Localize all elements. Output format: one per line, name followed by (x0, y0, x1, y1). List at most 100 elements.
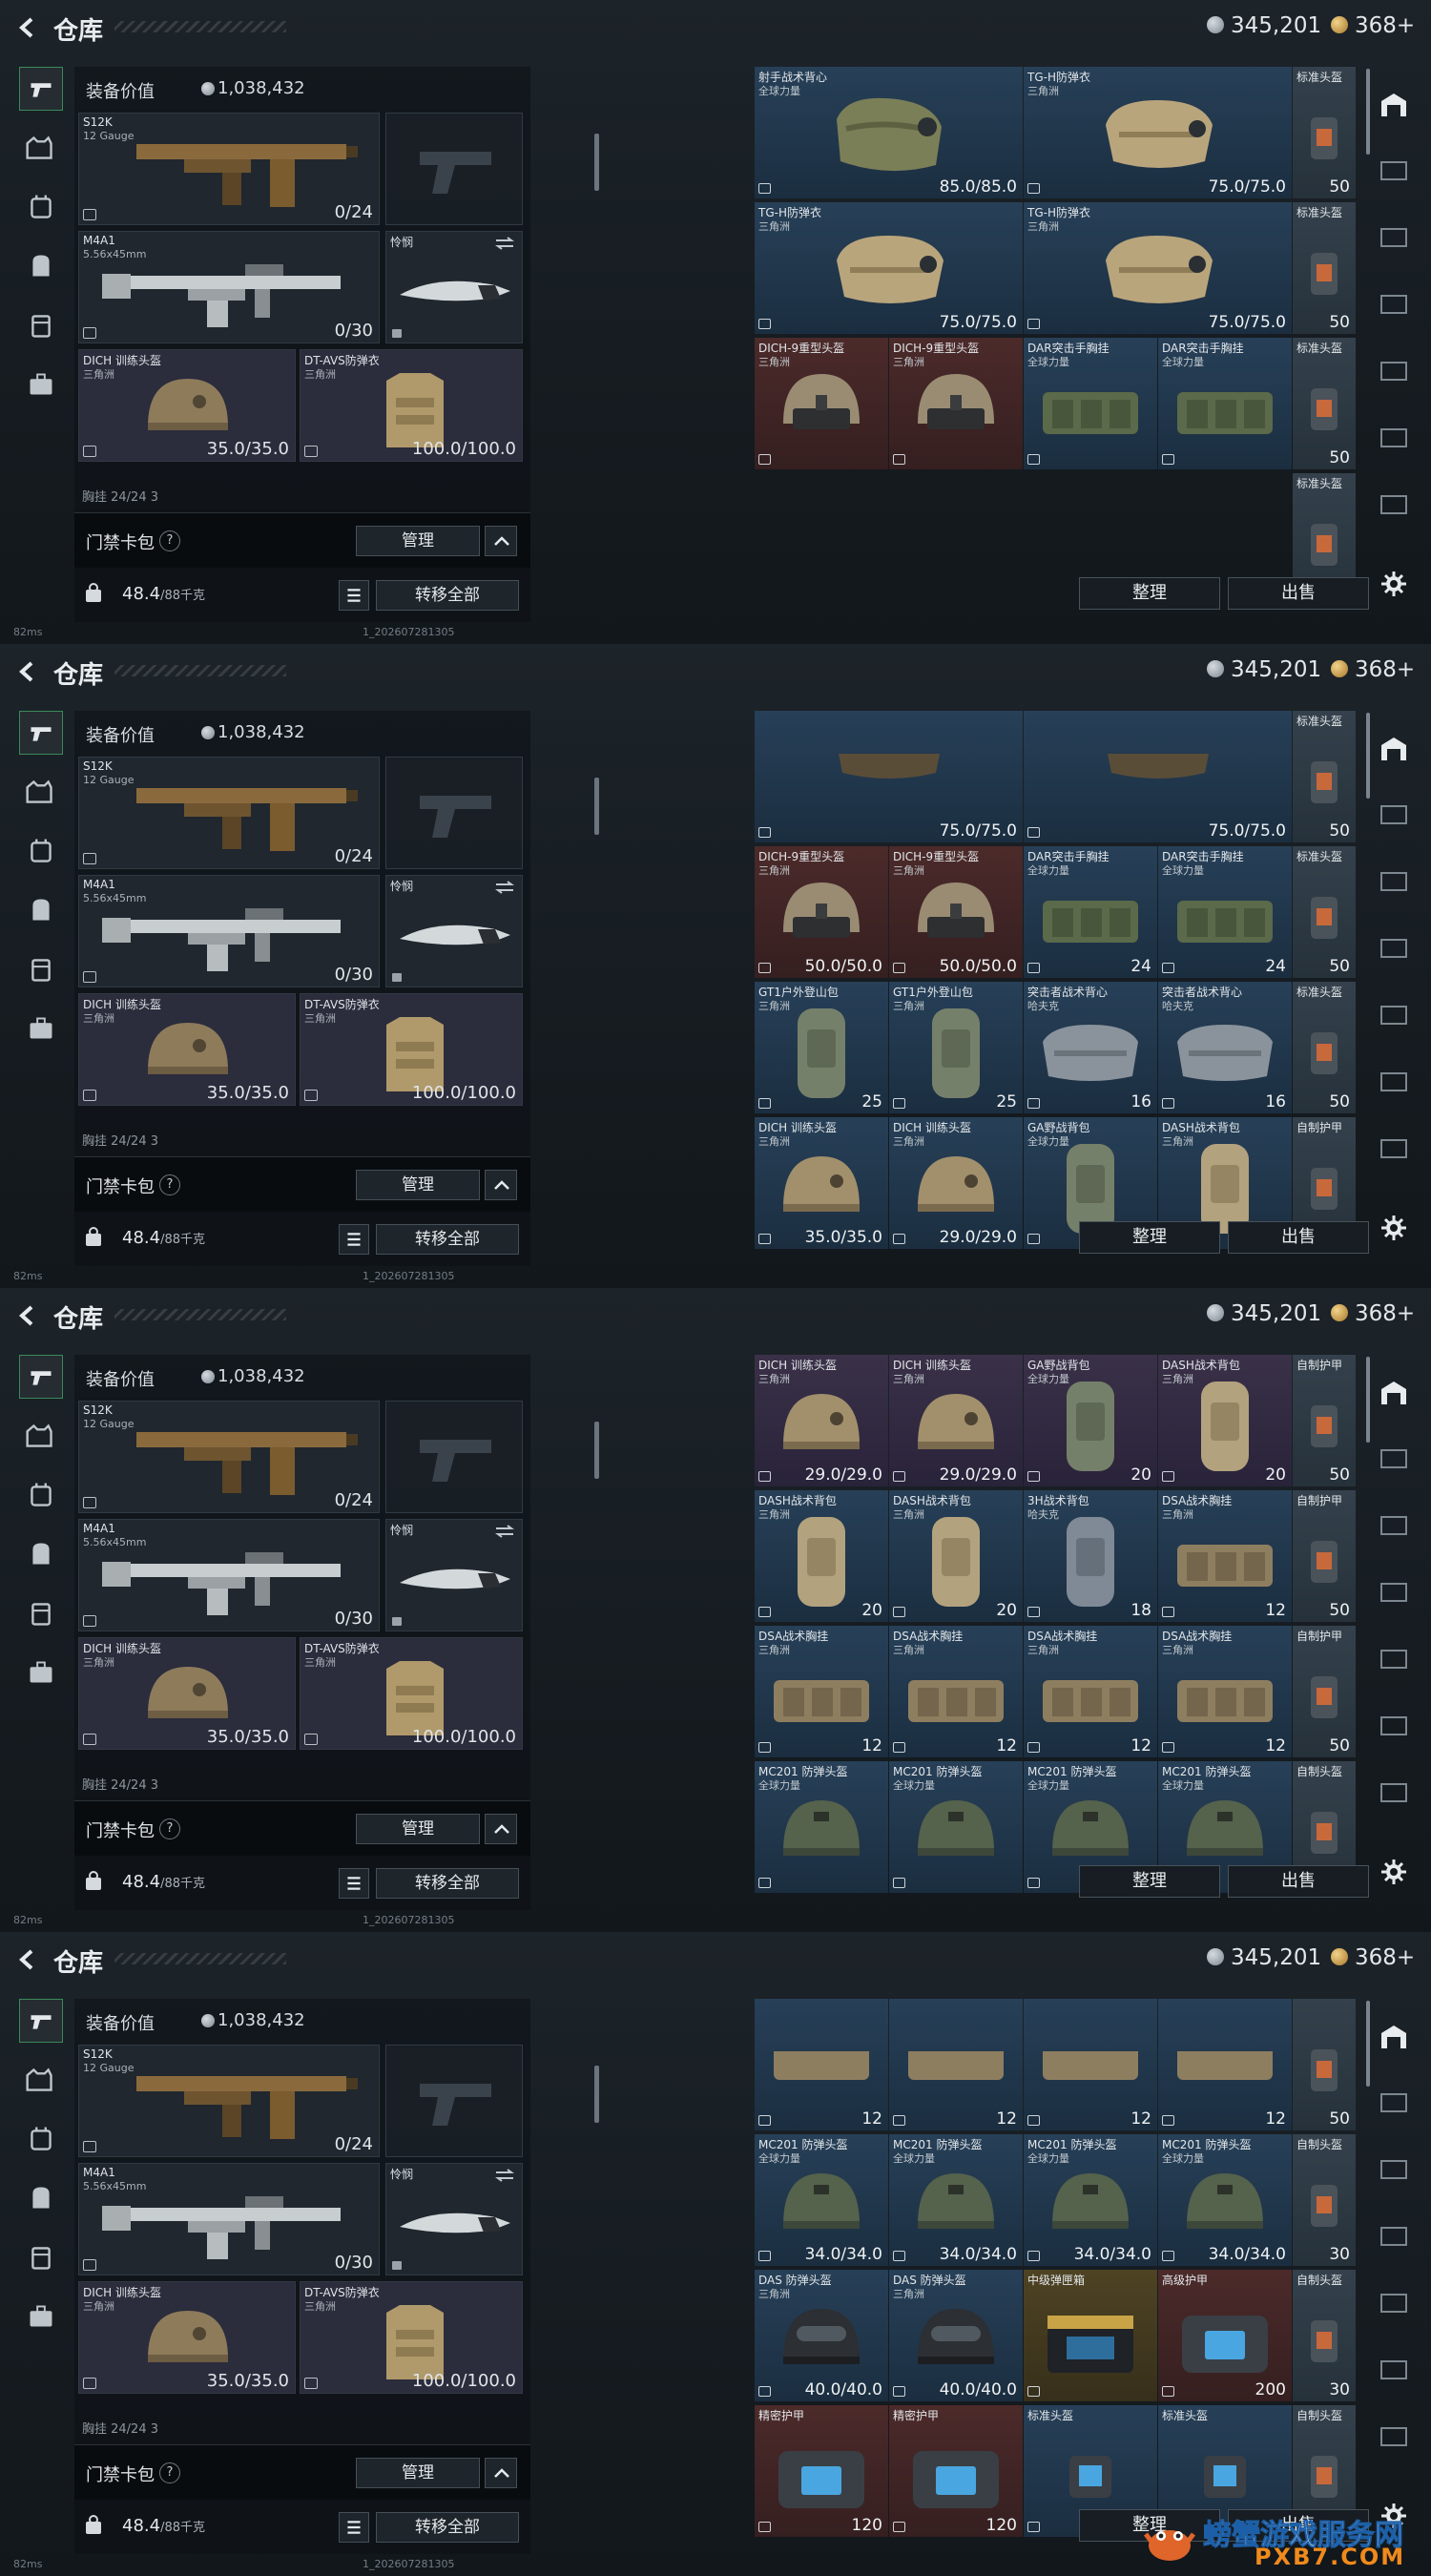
tab-weapons[interactable] (19, 67, 63, 111)
inventory-item[interactable]: 12 (755, 1999, 888, 2130)
inventory-item[interactable]: DASH战术背包三角洲20 (1158, 1355, 1292, 1486)
tab-storage-1[interactable] (1378, 799, 1410, 831)
manage-button[interactable]: 管理 (356, 526, 480, 556)
tab-pouch[interactable] (19, 1591, 63, 1635)
inventory-item[interactable]: DICH-9重型头盔 三角洲 50.0/50.0 (889, 846, 1023, 978)
armor-slot[interactable]: DT-AVS防弹衣 三角洲 100.0/100.0 (300, 2281, 523, 2394)
move-all-button[interactable]: 转移全部 (376, 1868, 519, 1899)
swap-icon[interactable] (493, 1524, 516, 1539)
inventory-item[interactable]: GT1户外登山包 三角洲 25 (889, 982, 1023, 1113)
list-view-button[interactable] (339, 1224, 369, 1255)
inventory-item[interactable]: 3H战术背包 哈夫克 18 (1024, 1490, 1157, 1622)
inventory-item[interactable]: DICH 训练头盔 三角洲 29.0/29.0 (755, 1355, 888, 1486)
tab-storage-6[interactable] (1378, 1132, 1410, 1165)
tab-case[interactable] (19, 1007, 63, 1050)
collapse-button[interactable] (485, 2458, 517, 2488)
inspect-icon[interactable] (758, 1742, 771, 1753)
inspect-icon[interactable] (1027, 1878, 1040, 1888)
inspect-icon[interactable] (83, 1734, 96, 1745)
move-all-button[interactable]: 转移全部 (376, 2512, 519, 2543)
inventory-item[interactable]: DASH战术背包三角洲20 (755, 1490, 888, 1622)
armor-slot[interactable]: DT-AVS防弹衣 三角洲 100.0/100.0 (300, 1637, 523, 1750)
back-arrow-icon[interactable] (13, 1301, 42, 1330)
tab-storage-1[interactable] (1378, 1443, 1410, 1475)
tab-storage-3[interactable] (1378, 2220, 1410, 2253)
list-view-button[interactable] (339, 2512, 369, 2543)
inspect-icon[interactable] (1162, 963, 1174, 973)
helmet-slot[interactable]: DICH 训练头盔 三角洲 35.0/35.0 (78, 2281, 296, 2394)
tab-armor[interactable] (19, 770, 63, 814)
inventory-item[interactable]: 突击者战术背心 哈夫克 16 (1024, 982, 1157, 1113)
inspect-icon[interactable] (304, 446, 318, 457)
help-icon[interactable]: ? (159, 2462, 180, 2483)
sell-button[interactable]: 出售 (1228, 1221, 1369, 1254)
inspect-icon[interactable] (1027, 319, 1040, 329)
inspect-icon[interactable] (1027, 454, 1040, 465)
inspect-icon[interactable] (1162, 1098, 1174, 1109)
inspect-icon[interactable] (1027, 2251, 1040, 2261)
inspect-icon[interactable] (893, 963, 905, 973)
inspect-icon[interactable] (304, 1090, 318, 1101)
manage-button[interactable]: 管理 (356, 1170, 480, 1200)
inventory-item[interactable]: TG-H防弹衣 三角洲 75.0/75.0 (1024, 67, 1292, 198)
inventory-item[interactable]: 自制头盔 30 (1293, 2134, 1356, 2266)
tab-warehouse[interactable] (1378, 88, 1410, 120)
inventory-item[interactable]: DSA战术胸挂 三角洲 12 (755, 1626, 888, 1757)
inspect-icon[interactable] (1162, 1471, 1174, 1482)
tab-storage-4[interactable] (1378, 355, 1410, 387)
sidearm-slot[interactable] (385, 757, 523, 869)
inventory-item[interactable]: 标准头盔 50 (1293, 711, 1356, 842)
inventory-item[interactable]: DAR突击手胸挂 全球力量 24 (1158, 846, 1292, 978)
sort-button[interactable]: 整理 (1079, 1221, 1220, 1254)
help-icon[interactable]: ? (159, 530, 180, 551)
tab-storage-3[interactable] (1378, 288, 1410, 321)
sell-button[interactable]: 出售 (1228, 577, 1369, 610)
tab-backpack[interactable] (19, 2176, 63, 2220)
primary-weapon-slot[interactable]: S12K 12 Gauge 0/24 (78, 2045, 380, 2157)
inventory-item[interactable]: DSA战术胸挂 三角洲 12 (1158, 1490, 1292, 1622)
tab-pouch[interactable] (19, 2235, 63, 2279)
inspect-icon[interactable] (1027, 963, 1040, 973)
inventory-item[interactable]: DICH 训练头盔 三角洲 29.0/29.0 (889, 1355, 1023, 1486)
inspect-icon[interactable] (758, 1471, 771, 1482)
sort-button[interactable]: 整理 (1079, 577, 1220, 610)
gold-balance[interactable]: 368+ (1355, 657, 1415, 682)
inventory-item[interactable]: 标准头盔 50 (1293, 67, 1356, 198)
secondary-weapon-slot[interactable]: M4A1 5.56x45mm 0/30 (78, 2163, 380, 2275)
inspect-icon[interactable] (83, 1497, 96, 1508)
tab-armor[interactable] (19, 2058, 63, 2102)
inventory-item[interactable]: 50 (1293, 1999, 1356, 2130)
secondary-weapon-slot[interactable]: M4A1 5.56x45mm 0/30 (78, 875, 380, 987)
tab-backpack[interactable] (19, 244, 63, 288)
tab-warehouse[interactable] (1378, 1376, 1410, 1408)
tab-storage-2[interactable] (1378, 2153, 1410, 2186)
primary-weapon-slot[interactable]: S12K 12 Gauge 0/24 (78, 757, 380, 869)
tab-armor[interactable] (19, 1414, 63, 1458)
inventory-item[interactable]: MC201 防弹头盔 全球力量 34.0/34.0 (889, 2134, 1023, 2266)
armor-slot[interactable]: DT-AVS防弹衣 三角洲 100.0/100.0 (300, 349, 523, 462)
inventory-item[interactable]: 标准头盔 50 (1293, 982, 1356, 1113)
melee-slot[interactable]: 怜悯 (385, 2163, 523, 2275)
inventory-item[interactable]: 75.0/75.0 (755, 711, 1023, 842)
inspect-icon[interactable] (758, 2386, 771, 2397)
inspect-icon[interactable] (83, 2141, 96, 2152)
inventory-item[interactable]: GT1户外登山包 三角洲 25 (755, 982, 888, 1113)
inspect-icon[interactable] (83, 1090, 96, 1101)
tab-pouch[interactable] (19, 303, 63, 347)
inventory-item[interactable]: 高级护甲 200 (1158, 2270, 1292, 2401)
inspect-icon[interactable] (1027, 1471, 1040, 1482)
inventory-item[interactable]: DAR突击手胸挂 全球力量 (1024, 338, 1157, 469)
inventory-item[interactable]: DAR突击手胸挂 全球力量 (1158, 338, 1292, 469)
tab-storage-5[interactable] (1378, 422, 1410, 454)
inventory-item[interactable]: 12 (889, 1999, 1023, 2130)
inspect-icon[interactable] (1027, 1742, 1040, 1753)
tab-storage-1[interactable] (1378, 2087, 1410, 2119)
equipment-scrollbar[interactable] (594, 2066, 599, 2123)
inventory-item[interactable]: MC201 防弹头盔 全球力量 (755, 1761, 888, 1893)
tab-warehouse[interactable] (1378, 2020, 1410, 2052)
inventory-item[interactable]: DICH-9重型头盔 三角洲 (889, 338, 1023, 469)
inspect-icon[interactable] (83, 971, 96, 983)
inspect-icon[interactable] (758, 2115, 771, 2126)
inspect-icon[interactable] (83, 446, 96, 457)
tab-warehouse[interactable] (1378, 732, 1410, 764)
